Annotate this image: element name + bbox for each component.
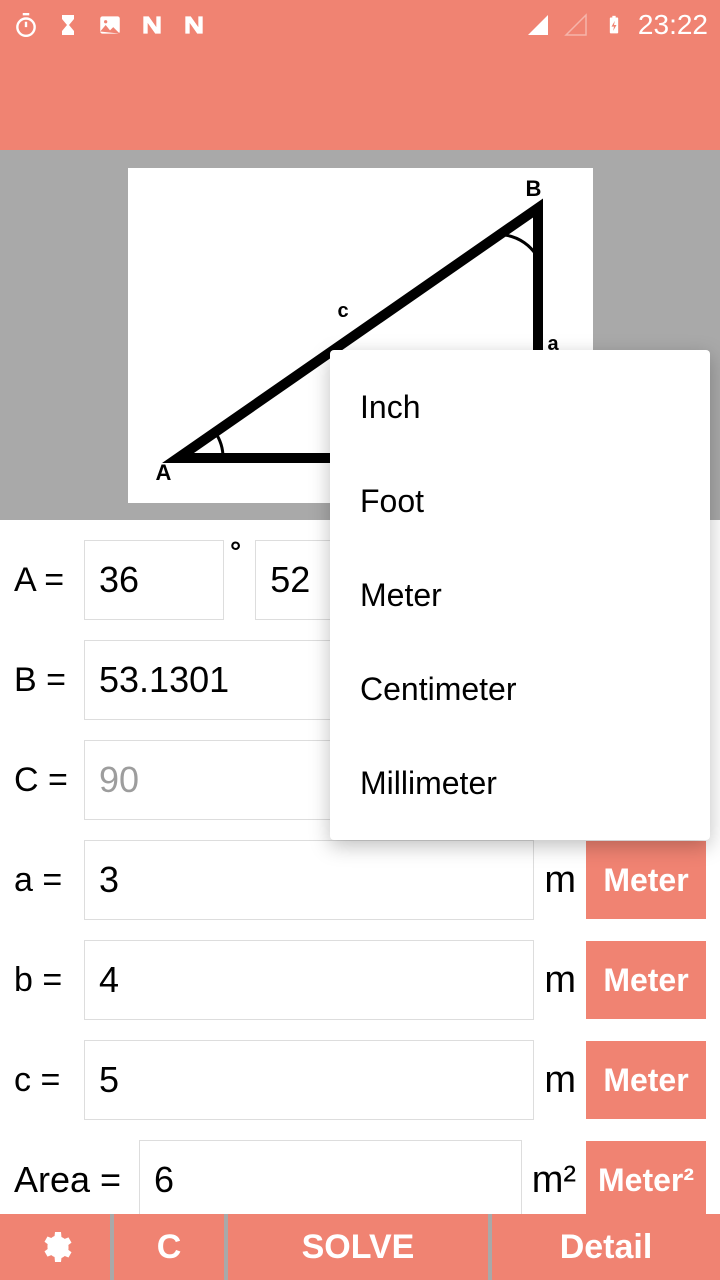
row-side-a: a = 3 m Meter [14,830,706,930]
area-label: Area = [14,1159,139,1201]
degree-symbol: ° [230,536,241,568]
side-b-unit-button[interactable]: Meter [586,941,706,1019]
battery-icon [600,11,628,39]
bottom-bar: C SOLVE Detail [0,1214,720,1280]
angle-c-input[interactable]: 90 [84,740,354,820]
detail-button[interactable]: Detail [492,1214,720,1280]
status-right: 23:22 [524,9,708,41]
row-side-c: c = 5 m Meter [14,1030,706,1130]
clear-button[interactable]: C [114,1214,224,1280]
angle-b-label: B = [14,661,84,700]
settings-button[interactable] [0,1214,110,1280]
status-time: 23:22 [638,9,708,41]
gear-icon [37,1229,73,1265]
unit-option-inch[interactable]: Inch [330,360,710,454]
side-a-unit: m [544,859,576,902]
side-c-label: c [338,300,349,323]
stopwatch-icon [12,11,40,39]
status-bar: 23:22 [0,0,720,50]
image-icon [96,11,124,39]
n-icon [138,11,166,39]
row-side-b: b = 4 m Meter [14,930,706,1030]
angle-a-label: A = [14,561,84,600]
side-a-lbl: a = [14,861,84,900]
angle-c-label: C = [14,761,84,800]
unit-option-centimeter[interactable]: Centimeter [330,642,710,736]
side-a-unit-button[interactable]: Meter [586,841,706,919]
unit-option-meter[interactable]: Meter [330,548,710,642]
area-unit: m² [532,1159,576,1202]
n-icon-2 [180,11,208,39]
signal-icon [524,11,552,39]
unit-dropdown: Inch Foot Meter Centimeter Millimeter [330,350,710,840]
side-a-input[interactable]: 3 [84,840,534,920]
side-b-lbl: b = [14,961,84,1000]
unit-option-foot[interactable]: Foot [330,454,710,548]
side-c-unit-button[interactable]: Meter [586,1041,706,1119]
area-input[interactable]: 6 [139,1140,522,1220]
side-c-input[interactable]: 5 [84,1040,534,1120]
app-header [0,50,720,150]
vertex-b: B [526,176,542,202]
side-b-input[interactable]: 4 [84,940,534,1020]
angle-a-deg-input[interactable]: 36 [84,540,224,620]
angle-b-input[interactable]: 53.1301 [84,640,354,720]
status-left [12,11,208,39]
side-b-unit: m [544,959,576,1002]
solve-button[interactable]: SOLVE [228,1214,488,1280]
unit-option-millimeter[interactable]: Millimeter [330,736,710,830]
signal-empty-icon [562,11,590,39]
side-c-lbl: c = [14,1061,84,1100]
side-c-unit: m [544,1059,576,1102]
hourglass-icon [54,11,82,39]
vertex-a: A [156,460,172,486]
area-unit-button[interactable]: Meter² [586,1141,706,1219]
